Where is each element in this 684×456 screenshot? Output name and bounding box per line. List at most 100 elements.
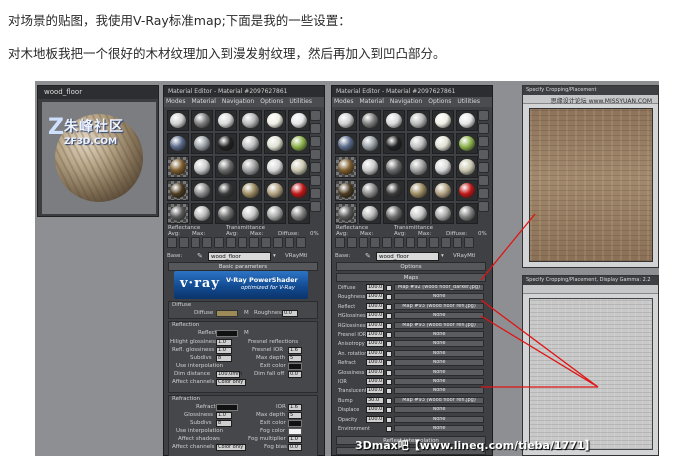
hilight-gloss-spinner[interactable]: 1.0 — [216, 339, 232, 346]
menu-options[interactable]: Options — [260, 98, 283, 105]
fresnel-ior-spinner[interactable]: 1.6 — [288, 347, 302, 354]
sample-slot[interactable] — [455, 156, 478, 178]
material-name-dropdown-icon[interactable]: ▾ — [441, 253, 444, 259]
reset-icon[interactable] — [370, 237, 380, 248]
glossiness-spinner[interactable]: 1.0 — [216, 412, 232, 419]
sample-slot[interactable] — [215, 110, 238, 132]
sample-slot[interactable] — [407, 179, 430, 201]
sample-slot[interactable] — [191, 133, 214, 155]
sample-slot[interactable] — [191, 156, 214, 178]
sample-slot[interactable] — [287, 202, 310, 224]
refr-affect-channels-dropdown[interactable]: Color only — [216, 444, 246, 451]
go-sibling-icon[interactable] — [296, 237, 306, 248]
sample-slot[interactable] — [239, 202, 262, 224]
menu-modes[interactable]: Modes — [166, 98, 185, 105]
diffuse-map-button[interactable]: M — [244, 310, 249, 316]
material-name-field[interactable]: wood_floor — [376, 252, 439, 261]
map-slot-button[interactable]: None — [394, 387, 484, 395]
map-amount-spinner[interactable]: 100.0 — [366, 340, 384, 348]
sample-slot[interactable] — [215, 156, 238, 178]
map-slot-button[interactable]: None — [394, 349, 484, 357]
put-to-scene-icon[interactable] — [346, 237, 357, 248]
put-library-icon[interactable] — [237, 237, 248, 248]
sample-slot[interactable] — [455, 202, 478, 224]
use-interp-checkbox[interactable]: Use interpolation — [176, 363, 223, 369]
sample-slot[interactable] — [383, 110, 406, 132]
map-slot-button[interactable]: Map #93 (wood floor refl.jpg) — [394, 302, 484, 310]
backlight-icon[interactable] — [310, 123, 321, 134]
sample-slot[interactable] — [383, 133, 406, 155]
sample-slot[interactable] — [359, 156, 382, 178]
background-icon[interactable] — [310, 136, 321, 147]
sample-slot[interactable] — [287, 179, 310, 201]
eyedropper-icon[interactable]: ✎ — [197, 252, 203, 260]
sample-slot[interactable] — [167, 110, 190, 132]
map-enable-checkbox[interactable] — [386, 332, 392, 338]
sample-slot[interactable] — [239, 110, 262, 132]
diffuse-texture-window[interactable]: Specify Cropping/Placement 思缘设计论坛 www.MI… — [522, 85, 659, 268]
get-material-icon[interactable] — [167, 237, 177, 248]
sample-slot[interactable] — [335, 110, 358, 132]
sample-slot[interactable] — [191, 110, 214, 132]
sample-slot[interactable] — [263, 133, 286, 155]
copy-icon[interactable] — [382, 237, 392, 248]
sample-slot[interactable] — [431, 133, 454, 155]
menu-material[interactable]: Material — [359, 98, 383, 105]
select-by-material-icon[interactable] — [310, 201, 321, 212]
sample-slot[interactable] — [287, 133, 310, 155]
sample-slot[interactable] — [215, 202, 238, 224]
diffuse-color-swatch[interactable] — [216, 310, 238, 317]
menu-utilities[interactable]: Utilities — [289, 98, 312, 105]
sample-slot[interactable] — [335, 133, 358, 155]
exit-color-swatch[interactable] — [288, 363, 302, 370]
put-library-icon[interactable] — [405, 237, 416, 248]
map-amount-spinner[interactable]: 100.0 — [366, 415, 384, 423]
video-check-icon[interactable] — [478, 162, 489, 173]
video-check-icon[interactable] — [310, 162, 321, 173]
map-slot-button[interactable]: None — [394, 415, 484, 423]
dim-falloff-spinner[interactable]: 0.0 — [288, 371, 302, 378]
map-slot-button[interactable]: None — [394, 340, 484, 348]
max-depth-spinner[interactable]: 5 — [288, 355, 302, 362]
sample-slot[interactable] — [215, 179, 238, 201]
menu-navigation[interactable]: Navigation — [222, 98, 254, 105]
sample-slot[interactable] — [407, 202, 430, 224]
sample-slot[interactable] — [359, 110, 382, 132]
material-type-button[interactable]: VRayMtl — [285, 253, 308, 259]
affect-channels-dropdown[interactable]: Color only — [216, 379, 246, 386]
reflect-map-button[interactable]: M — [244, 330, 249, 336]
map-slot-button[interactable]: Map #93 (wood floor refl.jpg) — [394, 321, 484, 329]
sample-slot[interactable] — [287, 110, 310, 132]
fog-mult-spinner[interactable]: 1.0 — [288, 436, 302, 443]
map-enable-checkbox[interactable] — [386, 407, 392, 414]
material-editor-left[interactable]: Material Editor - Material #2097627861 M… — [163, 85, 325, 456]
menu-navigation[interactable]: Navigation — [390, 98, 422, 105]
preview-window-title[interactable]: wood_floor — [38, 86, 158, 99]
make-preview-icon[interactable] — [478, 175, 489, 186]
sample-slot[interactable] — [263, 110, 286, 132]
map-slot-button[interactable]: None — [394, 378, 484, 385]
reset-icon[interactable] — [202, 237, 212, 248]
map-slot-button[interactable]: Map #92 (wood floor_darker.jpg) — [394, 284, 484, 291]
map-amount-spinner[interactable]: 100.0 — [366, 284, 384, 291]
editor-left-title[interactable]: Material Editor - Material #2097627861 — [164, 86, 324, 97]
sample-slot[interactable] — [263, 156, 286, 178]
go-parent-icon[interactable] — [452, 237, 463, 248]
sample-slot[interactable] — [239, 156, 262, 178]
mat-id-icon[interactable] — [249, 237, 259, 248]
refr-use-interp-checkbox[interactable]: Use interpolation — [176, 428, 223, 434]
map-amount-spinner[interactable]: 100.0 — [366, 312, 384, 320]
sample-slot[interactable] — [383, 156, 406, 178]
get-material-icon[interactable] — [335, 237, 345, 248]
options-icon[interactable] — [310, 188, 321, 199]
sample-slot[interactable] — [431, 156, 454, 178]
map-slot-button[interactable]: None — [394, 312, 484, 320]
texture-bottom-title[interactable]: Specify Cropping/Placement, Display Gamm… — [523, 276, 658, 285]
material-name-field[interactable]: wood_floor — [208, 252, 271, 261]
map-enable-checkbox[interactable] — [386, 379, 392, 385]
map-enable-checkbox[interactable] — [386, 416, 392, 423]
map-slot-button[interactable]: Map #93 (wood floor refl.jpg) — [394, 396, 484, 404]
map-amount-spinner[interactable]: 100.0 — [366, 293, 384, 301]
sample-slot[interactable] — [359, 202, 382, 224]
background-icon[interactable] — [478, 136, 489, 147]
